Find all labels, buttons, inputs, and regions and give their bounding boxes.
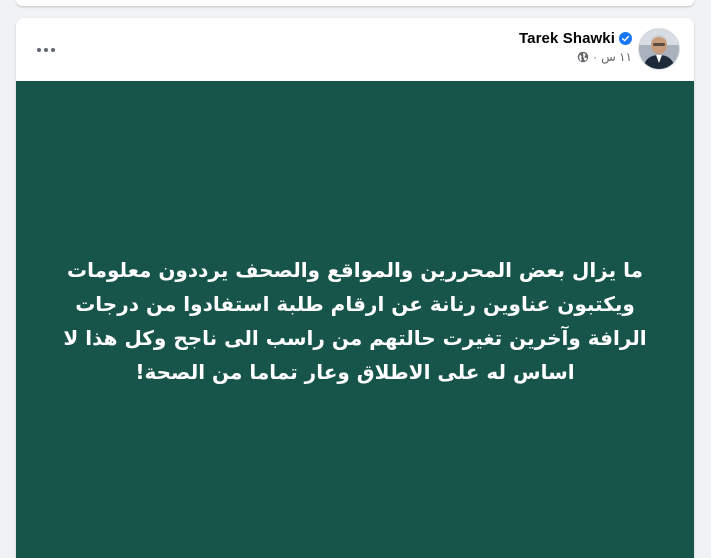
author-name[interactable]: Tarek Shawki xyxy=(519,30,615,47)
dot-separator: · xyxy=(593,50,598,64)
more-options-button[interactable] xyxy=(28,32,64,68)
post-timestamp[interactable]: ١١ س xyxy=(601,50,632,64)
author-info: Tarek Shawki · ١١ س xyxy=(519,30,632,64)
previous-post-card-edge xyxy=(16,0,694,6)
author-avatar[interactable] xyxy=(638,28,680,70)
more-options-icon xyxy=(37,48,55,52)
author-row: Tarek Shawki xyxy=(519,30,632,47)
globe-icon[interactable] xyxy=(577,51,589,63)
avatar-image xyxy=(639,29,679,69)
post-text: ما يزال بعض المحررين والمواقع والصحف يرد… xyxy=(63,258,647,384)
verified-badge-icon xyxy=(619,32,632,45)
facebook-post: Tarek Shawki · ١١ س ما يزال بعض المحررين… xyxy=(16,18,694,558)
post-header: Tarek Shawki · ١١ س xyxy=(16,18,694,81)
post-background-text-area: ما يزال بعض المحررين والمواقع والصحف يرد… xyxy=(16,81,694,558)
post-meta: · ١١ س xyxy=(519,50,632,64)
